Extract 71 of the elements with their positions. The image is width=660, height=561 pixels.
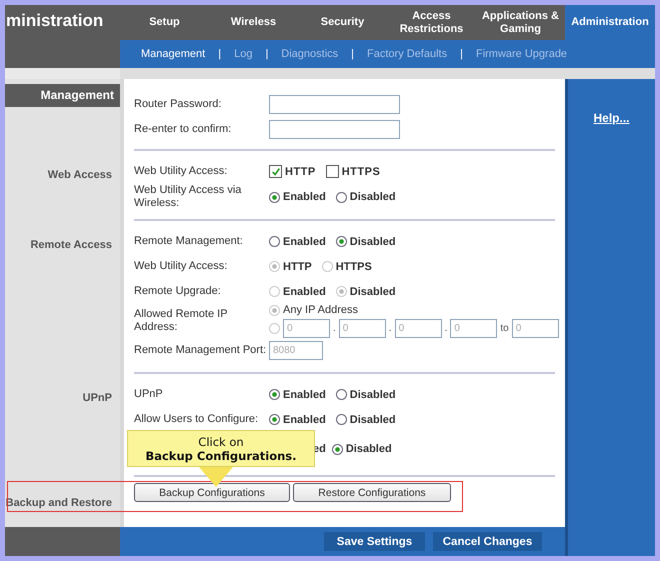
field-label: Web Utility Access: [134,165,228,177]
option-label: Disabled [350,236,396,248]
field-label: Allow Users to Configure: [134,413,258,425]
sub-tab[interactable]: Diagnostics [268,48,352,60]
field-label: UPnP [134,388,163,400]
radio-button[interactable] [269,414,280,425]
separator: | [218,48,222,60]
field-label: Router Password: [134,98,222,110]
footer-button[interactable]: Cancel Changes [433,532,542,551]
option-label: Any IP Address [283,304,358,316]
section-label: UPnP [82,392,113,404]
radio-button[interactable] [269,389,280,400]
radio-button[interactable] [269,192,280,202]
nav-tab[interactable]: Applications & Gaming [476,5,565,40]
password-field[interactable] [269,95,400,114]
field-label: Web Utility Access via Wireless: [134,184,242,209]
nav-tab[interactable]: Access Restrictions [387,5,476,40]
option-label: HTTPS [336,260,372,272]
radio-button[interactable] [336,236,347,247]
option-label: HTTP [285,166,316,178]
option-label: Enabled [283,388,326,400]
sidebar-heading: Management [5,84,120,107]
option-label: HTTPS [342,166,380,178]
footer-button[interactable]: Save Settings [324,532,425,551]
password-field[interactable] [269,120,400,139]
page-title: ministration [5,10,104,31]
radio-button[interactable] [269,236,280,247]
field-label: Allowed Remote IP Address: [134,308,228,333]
radio-button[interactable] [336,414,347,425]
option-label: Disabled [350,191,396,203]
range-label: to [500,323,509,334]
pointer-arrow [199,467,233,487]
nav-tab[interactable]: Administration [565,5,655,40]
sub-tab[interactable]: Management [128,48,218,60]
radio-button[interactable] [332,444,343,454]
separator: . [388,323,392,334]
radio-button[interactable] [336,389,347,400]
sub-tab[interactable]: Factory Defaults [354,48,460,60]
radio-button[interactable] [336,192,347,202]
config-button[interactable]: Restore Configurations [293,483,451,502]
field-label: Web Utility Access: [134,260,228,272]
separator: | [351,48,354,60]
help-link[interactable]: Help... [593,111,630,125]
callout-text: Click on Backup Configurations. [145,434,297,462]
config-button[interactable]: Backup Configurations [134,483,290,502]
option-label: Enabled [283,286,326,298]
checkbox[interactable] [269,165,282,178]
option-label: HTTP [283,260,312,272]
separator: | [265,48,268,60]
separator: . [444,323,448,334]
field-label: Remote Management Port: [134,344,266,356]
section-label: Web Access [48,169,113,181]
field-label: Re-enter to confirm: [134,123,232,135]
sub-tab[interactable]: Firmware Upgrade [462,48,580,60]
field-label: Remote Upgrade: [134,285,221,297]
option-label: Enabled [283,414,326,426]
option-label: Disabled [350,286,396,298]
separator: . [333,323,336,334]
nav-tab[interactable]: Security [298,5,387,40]
nav-tab[interactable]: Setup [120,5,209,40]
option-label: Disabled [350,414,396,426]
option-label: Enabled [283,236,326,248]
section-label: Remote Access [30,239,113,251]
option-label: Disabled [350,388,396,400]
nav-tab[interactable]: Wireless [209,5,298,40]
option-label: Disabled [346,443,392,455]
field-label: Remote Management: [134,235,243,247]
sub-tab[interactable]: Log [221,48,266,60]
option-label: Enabled [283,191,326,203]
separator: | [460,48,463,60]
checkbox[interactable] [326,165,339,178]
